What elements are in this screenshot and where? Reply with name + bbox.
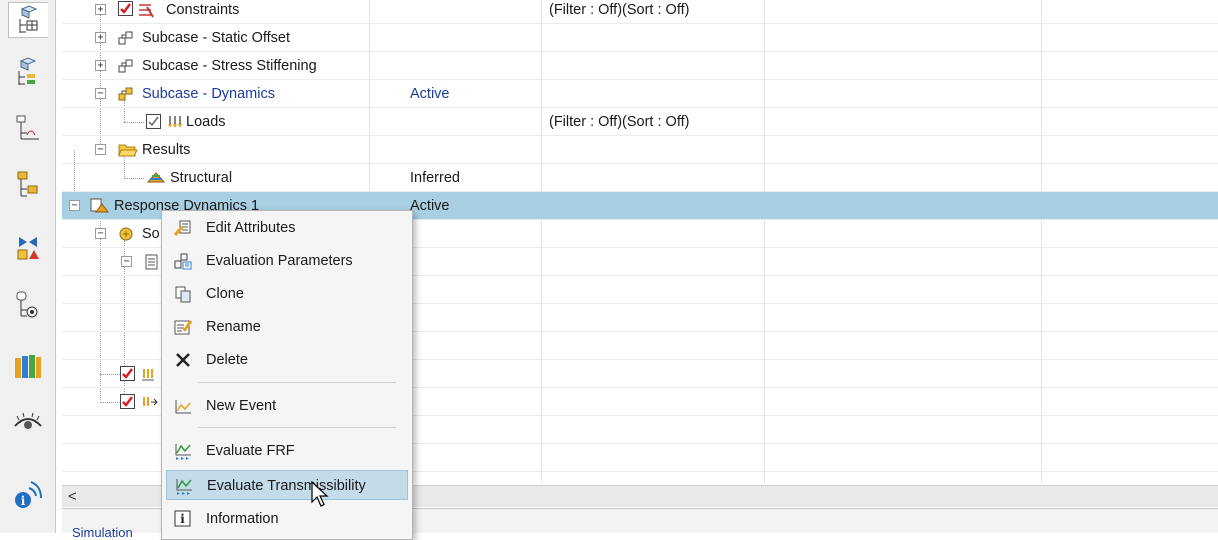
context-menu: Edit Attributes Evaluation Parameters Cl… (161, 210, 413, 540)
active-subcase-icon (118, 86, 134, 102)
collapse-toggle[interactable]: − (95, 144, 106, 155)
delete-icon (174, 351, 192, 369)
expand-toggle[interactable]: + (95, 32, 106, 43)
subcase-icon (118, 58, 134, 74)
menu-item-label: New Event (206, 398, 277, 414)
evaluation-parameters-icon (174, 252, 192, 270)
collapse-toggle[interactable]: − (69, 200, 80, 211)
menu-item-evaluation-parameters[interactable]: Evaluation Parameters (166, 246, 408, 276)
collapse-toggle[interactable]: − (121, 256, 132, 267)
tree-row[interactable]: Loads (Filter : Off)(Sort : Off) (62, 108, 1218, 136)
menu-item-clone[interactable]: Clone (166, 279, 408, 309)
information-icon: i (174, 510, 192, 528)
tree-label: Structural (170, 170, 233, 186)
evaluate-transmissibility-icon (175, 477, 193, 495)
tree-row[interactable]: − Results (62, 136, 1218, 164)
tree-label: Subcase - Dynamics (142, 86, 275, 102)
tree-row[interactable]: + Subcase - Stress Stiffening (62, 52, 1218, 80)
tree-label: Loads (186, 114, 226, 130)
menu-item-label: Evaluate Transmissibility (207, 478, 366, 494)
scroll-left-arrow[interactable]: < (68, 486, 84, 508)
solution-icon (118, 226, 134, 242)
tree-label: Constraints (166, 2, 240, 18)
document-icon (144, 254, 160, 270)
tree-label: So (142, 226, 160, 242)
menu-item-delete[interactable]: Delete (166, 345, 408, 375)
simulation-navigator-icon[interactable] (8, 2, 48, 38)
menu-item-label: Evaluation Parameters (206, 253, 353, 269)
checkbox-checked-icon[interactable] (120, 394, 136, 410)
checkbox-checked-icon[interactable] (118, 1, 134, 17)
expand-toggle[interactable]: + (95, 4, 106, 15)
constraints-icon (137, 1, 154, 18)
sensors-icon[interactable] (10, 286, 46, 322)
checkbox-checked-icon[interactable] (120, 366, 136, 382)
menu-item-label: Delete (206, 352, 248, 368)
constraint-navigator-icon[interactable] (10, 54, 46, 90)
tree-status: Active (410, 198, 450, 214)
tree-row[interactable]: + Subcase - Static Offset (62, 24, 1218, 52)
svg-text:i: i (21, 494, 26, 508)
assembly-navigator-icon[interactable] (10, 110, 46, 146)
loads-icon (166, 114, 182, 130)
edit-attributes-icon (173, 219, 192, 237)
new-event-icon (174, 397, 192, 415)
menu-item-label: Edit Attributes (206, 220, 296, 236)
clone-icon (174, 285, 192, 303)
expand-toggle[interactable]: + (95, 60, 106, 71)
tree-filter: (Filter : Off)(Sort : Off) (549, 114, 690, 130)
help-info-icon[interactable]: i (10, 476, 46, 512)
tree-status: Active (410, 86, 450, 102)
menu-separator (198, 427, 396, 428)
response-dynamics-icon (90, 198, 110, 214)
svg-text:i: i (180, 512, 185, 526)
menu-item-evaluate-frf[interactable]: Evaluate FRF (166, 436, 408, 466)
menu-item-information[interactable]: i Information (166, 504, 408, 534)
event-excitation-icon (140, 394, 158, 410)
rename-icon (174, 318, 193, 336)
menu-item-new-event[interactable]: New Event (166, 391, 408, 421)
evaluate-frf-icon (174, 442, 192, 460)
menu-item-label: Information (206, 511, 279, 527)
visualization-icon[interactable] (10, 404, 46, 440)
collapse-toggle[interactable]: − (95, 88, 106, 99)
reuse-library-icon[interactable] (10, 230, 46, 266)
roles-library-icon[interactable] (10, 348, 46, 384)
tree-label: Subcase - Stress Stiffening (142, 58, 317, 74)
tree-label: Subcase - Static Offset (142, 30, 291, 46)
structural-results-icon (146, 170, 166, 186)
tree-label: Results (142, 142, 191, 158)
event-load-icon (140, 366, 156, 382)
tree-row[interactable]: Structural Inferred (62, 164, 1218, 192)
folder-open-icon (118, 142, 138, 158)
resource-bar: i (0, 0, 56, 533)
tree-row[interactable]: − Subcase - Dynamics Active (62, 80, 1218, 108)
menu-separator (198, 382, 396, 383)
menu-item-evaluate-transmissibility[interactable]: Evaluate Transmissibility (166, 470, 408, 500)
menu-item-edit-attributes[interactable]: Edit Attributes (166, 213, 408, 243)
subcase-icon (118, 30, 134, 46)
part-navigator-icon[interactable] (10, 166, 46, 202)
tree-status: Inferred (410, 170, 460, 186)
menu-item-label: Rename (206, 319, 261, 335)
collapse-toggle[interactable]: − (95, 228, 106, 239)
tree-row[interactable]: + Constraints (Filter : Off)(Sort : Off) (62, 0, 1218, 24)
menu-item-rename[interactable]: Rename (166, 312, 408, 342)
mouse-pointer-icon (310, 480, 330, 510)
tree-filter: (Filter : Off)(Sort : Off) (549, 2, 690, 18)
checkbox-unchecked-icon[interactable] (146, 114, 162, 130)
menu-item-label: Clone (206, 286, 244, 302)
menu-item-label: Evaluate FRF (206, 443, 295, 459)
